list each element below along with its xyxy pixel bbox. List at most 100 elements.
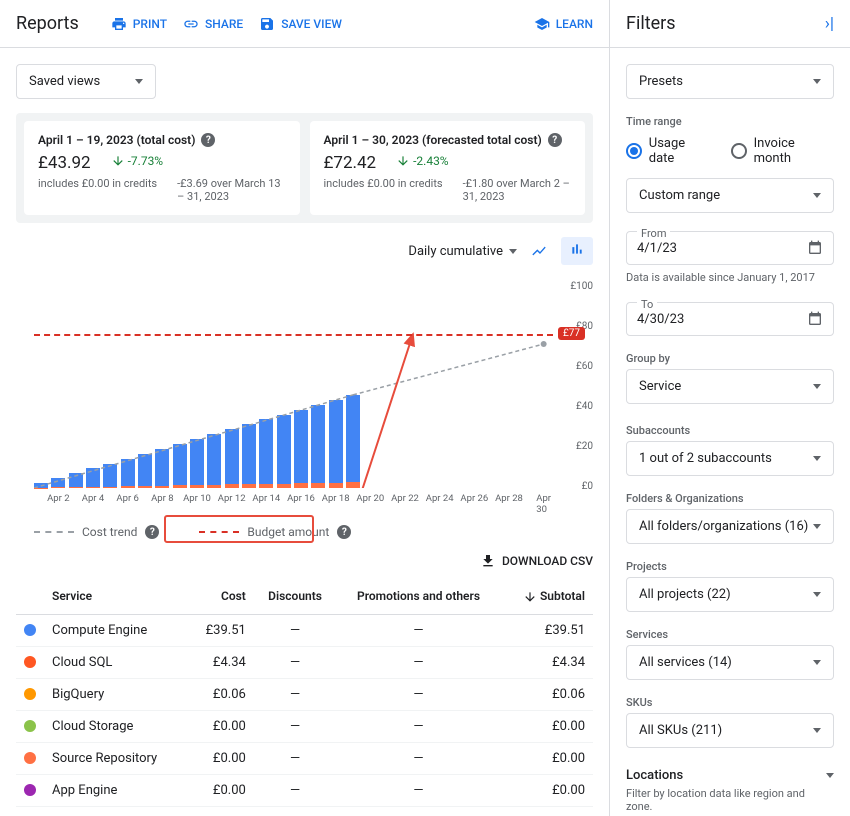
cell-service: Compute Engine: [44, 614, 187, 646]
service-dot: [24, 720, 36, 732]
cell-subtotal: £0.06: [501, 678, 593, 710]
table-row[interactable]: Compute Engine £39.51 — — £39.51: [16, 614, 593, 646]
line-chart-icon[interactable]: [531, 243, 547, 259]
chevron-down-icon: [826, 773, 834, 778]
annotation-box: [164, 515, 314, 543]
cell-subtotal: £39.51: [501, 614, 593, 646]
help-icon[interactable]: ?: [201, 133, 215, 147]
collapse-icon[interactable]: ›|: [825, 14, 834, 34]
arrow-down-icon: [396, 154, 410, 168]
scorecard-forecast-cost: April 1 – 30, 2023 (forecasted total cos…: [310, 121, 586, 215]
chart-mode-select[interactable]: Daily cumulative: [408, 244, 517, 259]
arrow-down-icon: [111, 154, 125, 168]
radio-icon: [731, 143, 747, 159]
subaccounts-label: Subaccounts: [626, 424, 834, 437]
col-subtotal[interactable]: Subtotal: [501, 579, 593, 614]
from-date-input[interactable]: From 4/1/23: [626, 231, 834, 265]
locations-section[interactable]: Locations: [626, 768, 834, 783]
xaxis-tick: Apr 6: [116, 493, 138, 504]
legend-trend: Cost trend: [82, 525, 137, 539]
saved-views-select[interactable]: Saved views: [16, 64, 156, 99]
group-by-label: Group by: [626, 352, 834, 365]
page-title: Reports: [16, 13, 79, 34]
services-select[interactable]: All services (14): [626, 645, 834, 680]
scorecard-value: £72.42: [324, 153, 377, 173]
table-row[interactable]: Data Catalog £0.00 — — £0.00: [16, 806, 593, 816]
invoice-month-radio[interactable]: Invoice month: [731, 136, 834, 166]
help-icon[interactable]: ?: [548, 133, 562, 147]
table-row[interactable]: BigQuery £0.06 — — £0.06: [16, 678, 593, 710]
save-icon: [259, 16, 275, 32]
chevron-down-icon: [813, 728, 821, 733]
to-date-input[interactable]: To 4/30/23: [626, 302, 834, 336]
cell-subtotal: £0.00: [501, 774, 593, 806]
cell-cost: £0.00: [187, 806, 253, 816]
budget-line: [34, 334, 553, 336]
custom-range-select[interactable]: Custom range: [626, 178, 834, 213]
xaxis-tick: Apr 28: [495, 493, 523, 504]
skus-select[interactable]: All SKUs (211): [626, 713, 834, 748]
bar-chart-icon[interactable]: [561, 237, 593, 265]
cell-discounts: —: [254, 646, 337, 678]
print-button[interactable]: PRINT: [111, 16, 167, 32]
table-row[interactable]: Cloud SQL £4.34 — — £4.34: [16, 646, 593, 678]
cell-promo: —: [336, 646, 500, 678]
subaccounts-select[interactable]: 1 out of 2 subaccounts: [626, 441, 834, 476]
projects-label: Projects: [626, 560, 834, 573]
yaxis-tick: £0: [582, 481, 593, 492]
help-icon[interactable]: ?: [337, 525, 351, 539]
xaxis-tick: Apr 22: [391, 493, 419, 504]
help-icon[interactable]: ?: [145, 525, 159, 539]
chevron-down-icon: [813, 79, 821, 84]
cell-promo: —: [336, 774, 500, 806]
locations-help: Filter by location data like region and …: [626, 787, 834, 813]
col-service[interactable]: Service: [44, 579, 187, 614]
xaxis-tick: Apr 18: [322, 493, 350, 504]
xaxis-tick: Apr 26: [460, 493, 488, 504]
table-row[interactable]: Cloud Storage £0.00 — — £0.00: [16, 710, 593, 742]
yaxis-tick: £40: [576, 401, 593, 412]
save-view-button[interactable]: SAVE VIEW: [259, 16, 342, 32]
col-promo[interactable]: Promotions and others: [336, 579, 500, 614]
col-cost[interactable]: Cost: [187, 579, 253, 614]
scorecard-compare: -£1.80 over March 2 – 31, 2023: [463, 177, 571, 203]
share-button[interactable]: SHARE: [183, 16, 243, 32]
cell-discounts: —: [254, 678, 337, 710]
projects-select[interactable]: All projects (22): [626, 577, 834, 612]
xaxis-tick: Apr 4: [82, 493, 104, 504]
cell-promo: —: [336, 710, 500, 742]
chevron-down-icon: [509, 249, 517, 254]
service-dot: [24, 656, 36, 668]
xaxis-tick: Apr 10: [183, 493, 211, 504]
learn-button[interactable]: LEARN: [534, 16, 593, 32]
cell-promo: —: [336, 614, 500, 646]
scorecard-credits: includes £0.00 in credits: [324, 177, 443, 203]
cell-discounts: —: [254, 806, 337, 816]
cell-subtotal: £0.00: [501, 806, 593, 816]
col-discounts[interactable]: Discounts: [254, 579, 337, 614]
xaxis-tick: Apr 12: [218, 493, 246, 504]
folders-label: Folders & Organizations: [626, 492, 834, 505]
learn-icon: [534, 16, 550, 32]
budget-pill: £77: [558, 327, 585, 340]
xaxis-tick: Apr 16: [287, 493, 315, 504]
download-csv-button[interactable]: DOWNLOAD CSV: [480, 553, 593, 569]
xaxis-tick: Apr 2: [47, 493, 69, 504]
group-by-select[interactable]: Service: [626, 369, 834, 404]
cost-table: Service Cost Discounts Promotions and ot…: [16, 579, 593, 816]
data-since-note: Data is available since January 1, 2017: [626, 271, 834, 284]
cell-promo: —: [336, 678, 500, 710]
presets-select[interactable]: Presets: [626, 64, 834, 99]
cell-discounts: —: [254, 742, 337, 774]
yaxis-tick: £60: [576, 361, 593, 372]
cell-service: Cloud SQL: [44, 646, 187, 678]
cell-service: App Engine: [44, 774, 187, 806]
cell-service: Data Catalog: [44, 806, 187, 816]
usage-date-radio[interactable]: Usage date: [626, 136, 713, 166]
table-row[interactable]: Source Repository £0.00 — — £0.00: [16, 742, 593, 774]
cell-cost: £0.00: [187, 710, 253, 742]
folders-select[interactable]: All folders/organizations (16): [626, 509, 834, 544]
table-row[interactable]: App Engine £0.00 — — £0.00: [16, 774, 593, 806]
cell-cost: £39.51: [187, 614, 253, 646]
scorecard-delta: -2.43%: [396, 154, 449, 168]
